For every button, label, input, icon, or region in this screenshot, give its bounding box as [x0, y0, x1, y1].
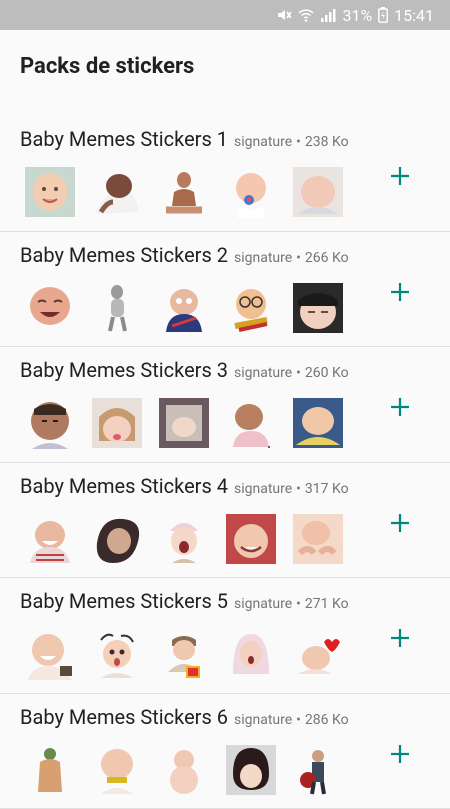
pack-title: Baby Memes Stickers 4 — [20, 474, 228, 498]
sticker-preview-row — [24, 166, 359, 218]
sticker-pack-item[interactable]: Baby Memes Stickers 6 signature•286 Ko — [0, 694, 450, 809]
pack-publisher: signature — [234, 712, 292, 728]
pack-size: 271 Ko — [305, 596, 349, 612]
sticker-pack-item[interactable]: Baby Memes Stickers 1 signature•238 Ko — [0, 116, 450, 232]
sticker-thumbnail — [292, 282, 344, 334]
meta-separator: • — [296, 365, 301, 381]
sticker-thumbnail — [24, 282, 76, 334]
pack-size: 266 Ko — [305, 250, 349, 266]
sticker-thumbnail — [91, 513, 143, 565]
sticker-thumbnail — [158, 513, 210, 565]
sticker-thumbnail — [91, 282, 143, 334]
pack-title: Baby Memes Stickers 1 — [20, 127, 228, 151]
plus-icon — [390, 628, 410, 648]
sticker-pack-item[interactable]: Baby Memes Stickers 4 signature•317 Ko — [0, 463, 450, 579]
sticker-thumbnail — [292, 397, 344, 449]
sticker-preview-row — [24, 628, 359, 680]
meta-separator: • — [296, 481, 301, 497]
sticker-thumbnail — [158, 397, 210, 449]
sticker-thumbnail — [24, 166, 76, 218]
status-time: 15:41 — [394, 6, 434, 25]
app-bar: Packs de stickers — [0, 30, 450, 102]
plus-icon — [390, 744, 410, 764]
pack-publisher: signature — [234, 250, 292, 266]
page-title: Packs de stickers — [20, 54, 194, 79]
sticker-thumbnail — [158, 628, 210, 680]
sticker-thumbnail — [91, 166, 143, 218]
meta-separator: • — [296, 250, 301, 266]
pack-title: Baby Memes Stickers 5 — [20, 589, 228, 613]
meta-separator: • — [296, 134, 301, 150]
sticker-thumbnail — [292, 166, 344, 218]
meta-separator: • — [296, 712, 301, 728]
pack-list: Baby Memes Stickers 1 signature•238 Ko — [0, 116, 450, 809]
pack-publisher: signature — [234, 365, 292, 381]
sticker-thumbnail — [91, 628, 143, 680]
sticker-preview-row — [24, 282, 359, 334]
pack-publisher: signature — [234, 481, 292, 497]
add-pack-button[interactable] — [386, 624, 414, 652]
battery-percent: 31% — [342, 6, 372, 25]
pack-title: Baby Memes Stickers 3 — [20, 358, 228, 382]
battery-charging-icon — [378, 7, 388, 23]
sticker-thumbnail — [292, 513, 344, 565]
meta-separator: • — [296, 596, 301, 612]
pack-title: Baby Memes Stickers 2 — [20, 243, 228, 267]
pack-size: 286 Ko — [305, 712, 349, 728]
add-pack-button[interactable] — [386, 162, 414, 190]
sticker-thumbnail — [158, 744, 210, 796]
sticker-thumbnail — [24, 628, 76, 680]
sticker-thumbnail — [292, 628, 344, 680]
status-bar: 31% 15:41 — [0, 0, 450, 30]
sticker-pack-item[interactable]: Baby Memes Stickers 3 signature•260 Ko — [0, 347, 450, 463]
plus-icon — [390, 282, 410, 302]
sticker-thumbnail — [225, 166, 277, 218]
sticker-preview-row — [24, 744, 359, 796]
sticker-thumbnail — [158, 282, 210, 334]
sticker-thumbnail — [91, 397, 143, 449]
sticker-pack-item[interactable]: Baby Memes Stickers 5 signature•271 Ko — [0, 578, 450, 694]
pack-size: 238 Ko — [305, 134, 349, 150]
sticker-thumbnail — [225, 282, 277, 334]
sticker-thumbnail — [24, 513, 76, 565]
add-pack-button[interactable] — [386, 393, 414, 421]
signal-icon — [320, 7, 336, 23]
pack-size: 260 Ko — [305, 365, 349, 381]
sticker-preview-row — [24, 397, 359, 449]
pack-title: Baby Memes Stickers 6 — [20, 705, 228, 729]
pack-publisher: signature — [234, 134, 292, 150]
sticker-thumbnail — [24, 744, 76, 796]
mute-icon — [276, 7, 292, 23]
sticker-thumbnail — [24, 397, 76, 449]
sticker-preview-row — [24, 513, 359, 565]
wifi-icon — [298, 7, 314, 23]
add-pack-button[interactable] — [386, 509, 414, 537]
plus-icon — [390, 513, 410, 533]
sticker-thumbnail — [225, 397, 277, 449]
add-pack-button[interactable] — [386, 740, 414, 768]
sticker-thumbnail — [158, 166, 210, 218]
sticker-thumbnail — [225, 744, 277, 796]
pack-publisher: signature — [234, 596, 292, 612]
sticker-thumbnail — [91, 744, 143, 796]
sticker-thumbnail — [225, 513, 277, 565]
pack-size: 317 Ko — [305, 481, 349, 497]
plus-icon — [390, 166, 410, 186]
plus-icon — [390, 397, 410, 417]
add-pack-button[interactable] — [386, 278, 414, 306]
sticker-thumbnail — [292, 744, 344, 796]
sticker-pack-item[interactable]: Baby Memes Stickers 2 signature•266 Ko — [0, 232, 450, 348]
sticker-thumbnail — [225, 628, 277, 680]
